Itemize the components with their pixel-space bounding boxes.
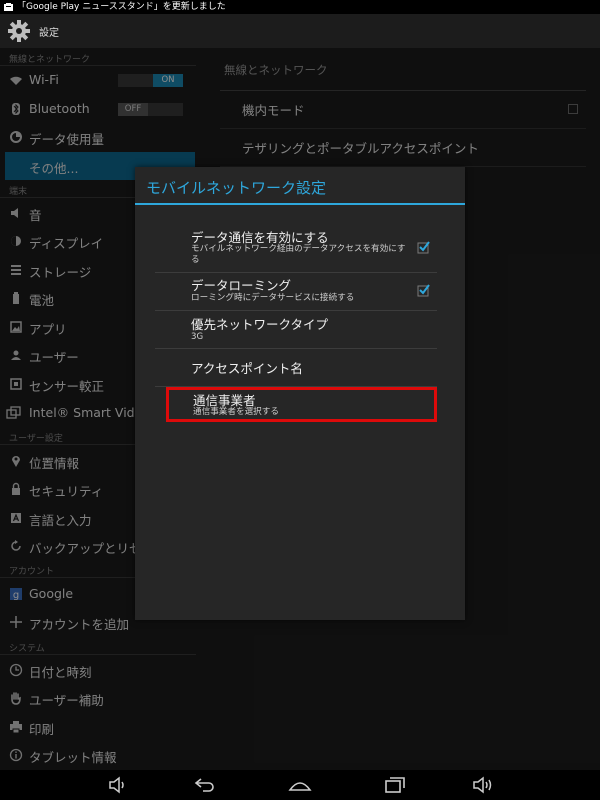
divider [155, 272, 437, 273]
divider [155, 348, 437, 349]
dialog-title: モバイルネットワーク設定 [146, 179, 327, 197]
option-summary: 3G [191, 332, 204, 342]
newsstand-notification-icon [4, 3, 13, 11]
navigation-bar [0, 770, 600, 800]
highlight-box [166, 387, 437, 422]
enable-data-option[interactable]: データ通信を有効にする モバイルネットワーク経由のデータアクセスを有効にする [155, 227, 437, 273]
recent-apps-icon[interactable] [384, 776, 406, 794]
notification-text: 「Google Play ニューススタンド」を更新しました [17, 2, 226, 12]
action-bar: 設定 [0, 14, 600, 49]
back-icon[interactable] [194, 776, 216, 794]
enable-data-checkbox[interactable] [417, 239, 431, 254]
dialog-title-divider [135, 203, 465, 205]
option-summary: モバイルネットワーク経由のデータアクセスを有効にする [191, 244, 406, 265]
divider [155, 310, 437, 311]
home-icon[interactable] [288, 776, 312, 794]
status-bar: 「Google Play ニューススタンド」を更新しました [0, 0, 600, 14]
page-title: 設定 [39, 28, 59, 39]
volume-up-icon[interactable] [472, 776, 494, 794]
option-title: 優先ネットワークタイプ [191, 317, 329, 332]
option-title: アクセスポイント名 [191, 361, 303, 376]
option-title: データローミング [191, 278, 292, 293]
preferred-network-type-option[interactable]: 優先ネットワークタイプ 3G [155, 314, 437, 349]
data-roaming-option[interactable]: データローミング ローミング時にデータサービスに接続する [155, 275, 437, 311]
data-roaming-checkbox[interactable] [417, 282, 431, 297]
volume-down-icon[interactable] [108, 776, 128, 794]
access-point-names-option[interactable]: アクセスポイント名 [155, 358, 437, 388]
option-summary: ローミング時にデータサービスに接続する [191, 293, 355, 303]
settings-gear-icon[interactable] [7, 19, 31, 43]
